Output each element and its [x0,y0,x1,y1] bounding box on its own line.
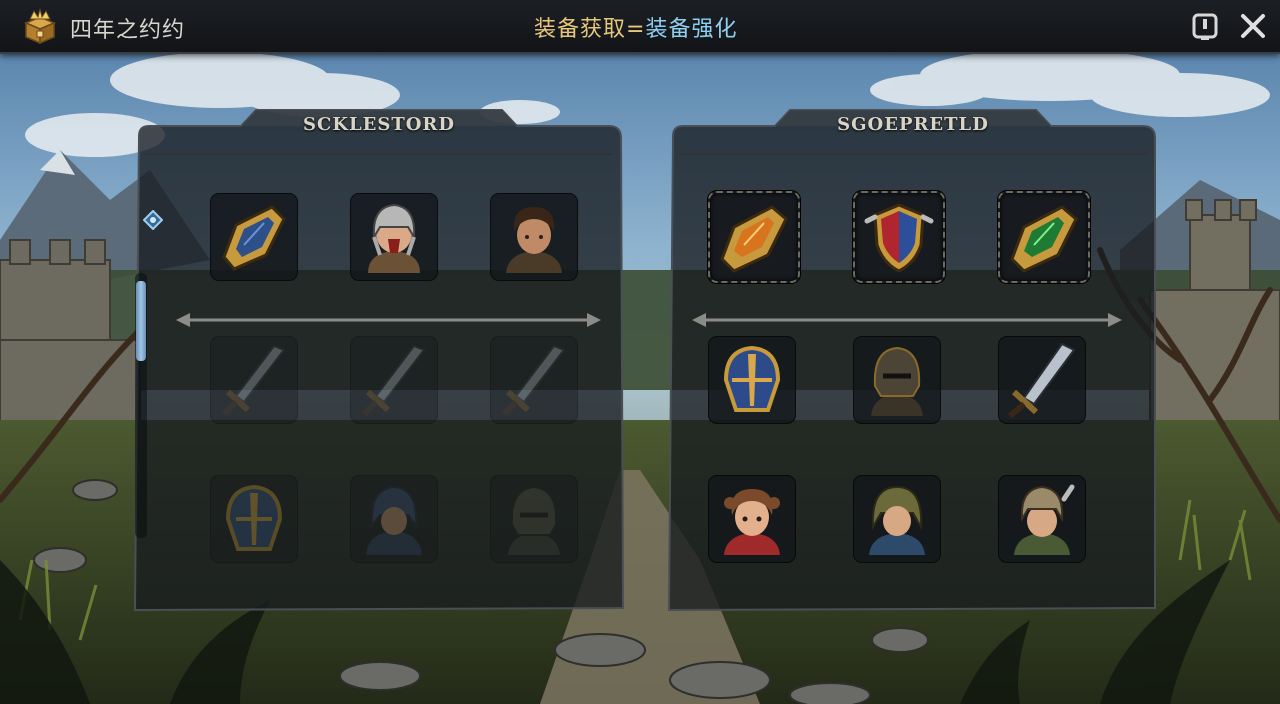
left-panel-title: SCKLESTORD [303,114,455,135]
gauntlet-blue-icon [222,205,286,271]
equipment-slot[interactable] [210,193,298,281]
hooded-hero-icon [869,485,925,555]
scroll-marker-icon [143,210,163,230]
equipment-slot[interactable] [853,336,941,424]
info-icon[interactable] [1190,11,1220,41]
crest-shield-icon [864,203,934,273]
transfer-arrow [176,312,601,328]
sword-icon [361,344,426,417]
tab-equipment-acquire[interactable]: 装备获取 [534,17,626,42]
equipment-slot[interactable] [853,191,945,283]
blue-helmet-icon [225,484,283,551]
sword-icon [501,344,566,417]
equipment-slot[interactable] [998,336,1086,424]
equipment-slot[interactable] [350,475,438,563]
knight-helmet-portrait-icon [368,203,420,273]
page-title: 装备获取=装备强化 [534,11,737,43]
sword-icon [1008,342,1076,419]
equipment-slot[interactable] [708,475,796,563]
equipment-slot[interactable] [350,193,438,281]
sword-icon [221,344,286,417]
transfer-arrow [692,312,1122,328]
girl-portrait-icon [724,489,780,555]
right-equipment-panel: SGOEPRETLD [665,108,1161,613]
equipment-slot[interactable] [708,191,800,283]
equipment-slot[interactable] [853,475,941,563]
scrollbar-thumb[interactable] [136,281,146,361]
dark-helmet-icon [508,485,560,555]
equipment-slot[interactable] [708,336,796,424]
equipment-slot[interactable] [350,336,438,424]
dark-helmet-icon [871,346,923,416]
equipment-slot[interactable] [998,475,1086,563]
helmet-hero-icon [1014,484,1075,555]
hooded-knight-icon [366,485,422,555]
left-equipment-panel: SCKLESTORD [131,108,627,613]
right-panel-title: SGOEPRETLD [837,114,989,135]
blue-helmet-icon [723,345,781,412]
gauntlet-green-icon [1010,205,1078,273]
equipment-slot[interactable] [210,475,298,563]
treasure-chest-icon [24,8,56,45]
title-separator: = [626,17,646,42]
scrollbar[interactable] [135,273,147,538]
equipment-slot[interactable] [490,193,578,281]
gauntlet-orange-icon [720,205,788,273]
app-title: 四年之约约 [70,18,186,43]
equipment-slot[interactable] [490,475,578,563]
equipment-slot[interactable] [210,336,298,424]
equipment-slot[interactable] [998,191,1090,283]
top-bar: 四年之约约 装备获取=装备强化 [0,0,1280,54]
equipment-slot[interactable] [490,336,578,424]
tab-equipment-enhance[interactable]: 装备强化 [645,17,737,42]
close-icon[interactable] [1238,11,1268,41]
hero-portrait-icon [506,207,562,273]
